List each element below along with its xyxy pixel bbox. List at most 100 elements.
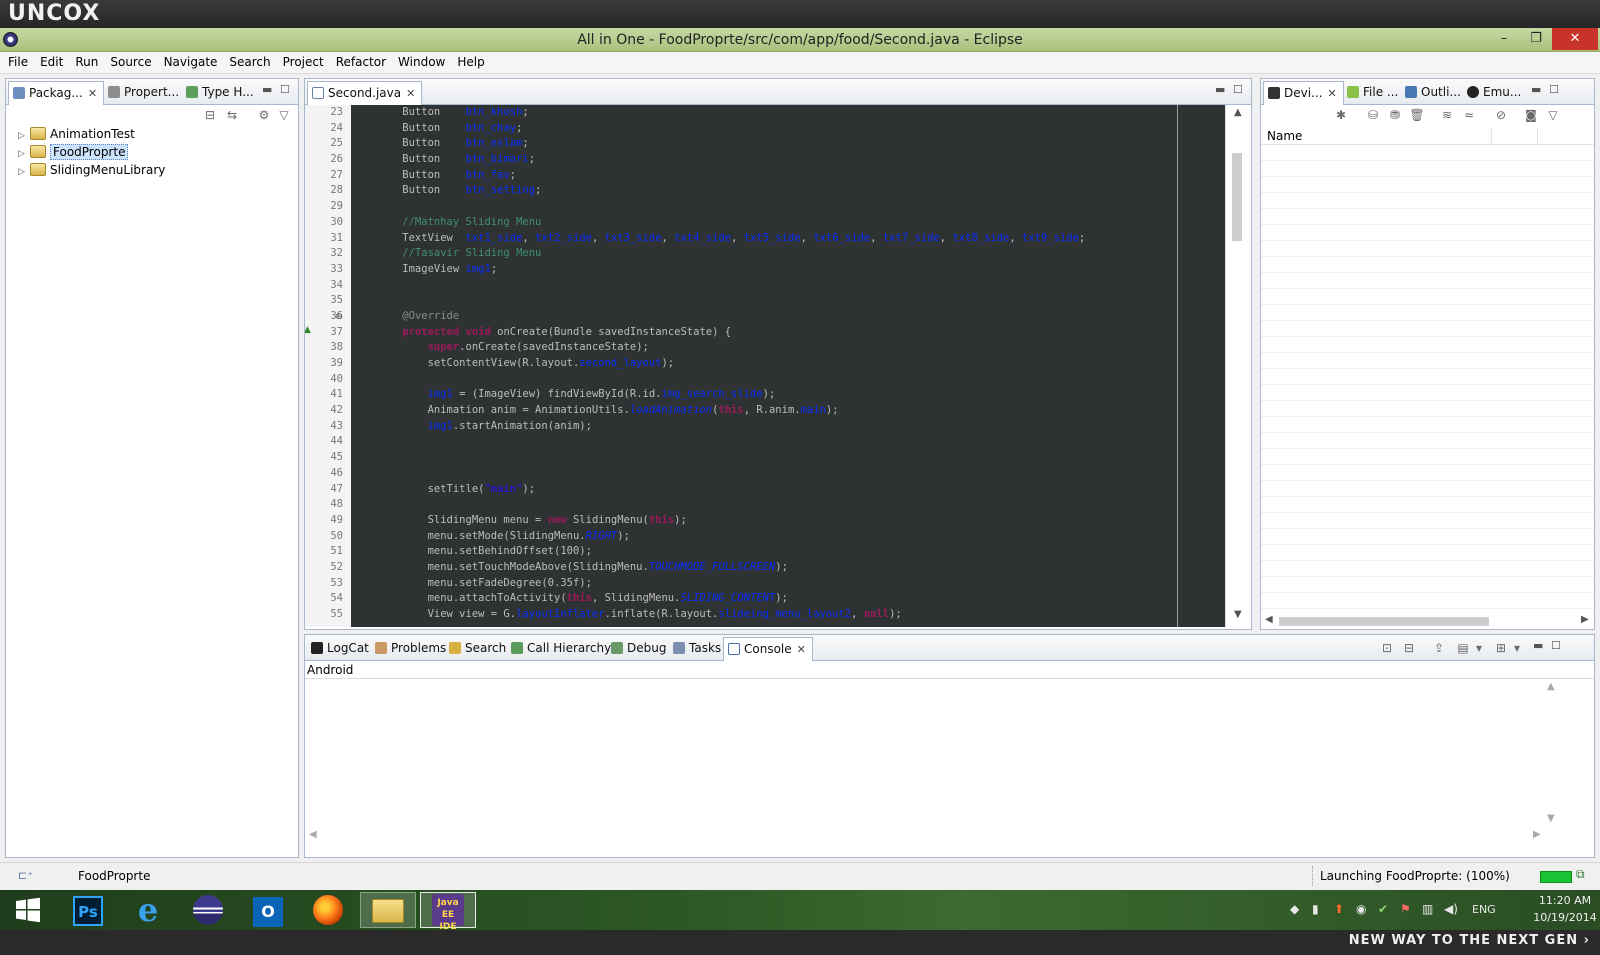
tab-emulator[interactable]: Emu... (1463, 81, 1527, 104)
pin-console-icon[interactable]: ⇪ (1431, 640, 1447, 656)
minimize-view-icon[interactable]: ▬ (1533, 639, 1543, 652)
table-row[interactable] (1261, 497, 1594, 513)
close-tab-icon[interactable]: ✕ (1328, 83, 1337, 105)
tab-debug[interactable]: Debug (607, 637, 672, 660)
tab-tasks[interactable]: Tasks (669, 637, 727, 660)
dropdown-arrow-icon[interactable]: ▾ (1509, 640, 1525, 656)
tab-outline[interactable]: Outli... (1401, 81, 1467, 104)
table-row[interactable] (1261, 401, 1594, 417)
restore-button[interactable]: ❐ (1522, 28, 1550, 50)
tray-update-icon[interactable]: ⬆ (1334, 902, 1344, 916)
table-row[interactable] (1261, 193, 1594, 209)
tab-file-explorer[interactable]: File ... (1343, 81, 1404, 104)
tab-second-java[interactable]: Second.java ✕ (307, 81, 423, 105)
scroll-right-icon[interactable]: ▶ (1533, 829, 1541, 840)
view-menu-icon[interactable]: ▽ (276, 107, 292, 123)
start-method-profiling-icon[interactable]: ≈ (1461, 107, 1477, 123)
scroll-right-icon[interactable]: ▶ (1581, 614, 1589, 625)
menu-window[interactable]: Window (392, 52, 451, 73)
stop-process-icon[interactable]: ⊘ (1493, 107, 1509, 123)
scrollbar-thumb[interactable] (1232, 153, 1242, 241)
close-button[interactable]: ✕ (1552, 28, 1598, 50)
table-row[interactable] (1261, 337, 1594, 353)
table-row[interactable] (1261, 177, 1594, 193)
table-row[interactable] (1261, 561, 1594, 577)
scroll-left-icon[interactable]: ◀ (309, 829, 317, 840)
table-row[interactable] (1261, 289, 1594, 305)
close-tab-icon[interactable]: ✕ (797, 639, 806, 661)
table-row[interactable] (1261, 225, 1594, 241)
tray-usb-icon[interactable]: ▮ (1312, 902, 1319, 916)
tab-type-hierarchy[interactable]: Type H... (182, 81, 260, 104)
update-heap-icon[interactable]: ⛁ (1365, 107, 1381, 123)
scroll-left-icon[interactable]: ◀ (1265, 614, 1273, 625)
taskbar-eclipse[interactable] (180, 892, 236, 928)
maximize-view-icon[interactable]: ☐ (1233, 83, 1243, 96)
tray-network-icon[interactable]: ▥ (1422, 902, 1433, 916)
close-tab-icon[interactable]: ✕ (88, 83, 97, 105)
screen-capture-icon[interactable]: ◙ (1523, 107, 1539, 123)
table-row[interactable] (1261, 577, 1594, 593)
fold-collapse-icon[interactable]: ⊖ (335, 312, 343, 322)
console-output[interactable]: ▲ ▼ ◀ ▶ (305, 679, 1594, 855)
debug-process-icon[interactable]: ✱ (1333, 107, 1349, 123)
clear-console-icon[interactable]: ⊡ (1379, 640, 1395, 656)
table-row[interactable] (1261, 305, 1594, 321)
tree-item-foodproprte[interactable]: ▷ FoodProprte (18, 143, 129, 161)
taskbar-outlook[interactable]: O (240, 892, 296, 928)
menu-help[interactable]: Help (451, 52, 490, 73)
language-indicator[interactable]: ENG (1472, 903, 1496, 916)
table-row[interactable] (1261, 513, 1594, 529)
taskbar-firefox[interactable] (300, 892, 356, 928)
minimize-button[interactable]: – (1490, 28, 1518, 50)
tree-item-slidingmenulibrary[interactable]: ▷ SlidingMenuLibrary (18, 161, 165, 179)
fast-view-icon[interactable]: ⊏⁺ (18, 869, 33, 882)
cause-gc-icon[interactable]: 🗑 (1409, 107, 1425, 123)
editor-vertical-scrollbar[interactable]: ▲ ▼ (1225, 105, 1251, 627)
minimize-view-icon[interactable]: ▬ (1215, 83, 1225, 96)
tab-call-hierarchy[interactable]: Call Hierarchy (507, 637, 617, 660)
tray-volume-icon[interactable]: ◀) (1444, 902, 1458, 916)
dropdown-arrow-icon[interactable]: ▾ (1471, 640, 1487, 656)
table-row[interactable] (1261, 529, 1594, 545)
start-button[interactable] (0, 892, 56, 928)
menu-refactor[interactable]: Refactor (330, 52, 392, 73)
open-console-icon[interactable]: ⊞ (1493, 640, 1509, 656)
taskbar-photoshop[interactable]: Ps (60, 892, 116, 928)
view-menu-icon[interactable]: ▽ (1545, 107, 1561, 123)
table-row[interactable] (1261, 161, 1594, 177)
tray-sync-icon[interactable]: ◉ (1356, 902, 1366, 916)
maximize-view-icon[interactable]: ☐ (1549, 83, 1559, 96)
table-row[interactable] (1261, 417, 1594, 433)
table-row[interactable] (1261, 481, 1594, 497)
scrollbar-thumb[interactable] (1279, 617, 1489, 626)
tab-console[interactable]: Console ✕ (723, 637, 813, 661)
tab-logcat[interactable]: LogCat (307, 637, 375, 660)
menu-edit[interactable]: Edit (34, 52, 69, 73)
display-selected-console-icon[interactable]: ▤ (1455, 640, 1471, 656)
table-row[interactable] (1261, 465, 1594, 481)
table-row[interactable] (1261, 257, 1594, 273)
tray-app-icon[interactable]: ◆ (1290, 902, 1299, 916)
update-threads-icon[interactable]: ≋ (1439, 107, 1455, 123)
scroll-down-icon[interactable]: ▼ (1234, 609, 1242, 620)
progress-view-icon[interactable]: ⧉ (1576, 867, 1585, 882)
menu-project[interactable]: Project (277, 52, 330, 73)
table-row[interactable] (1261, 273, 1594, 289)
clock-date[interactable]: 10/19/2014 (1530, 911, 1600, 924)
table-row[interactable] (1261, 369, 1594, 385)
table-row[interactable] (1261, 385, 1594, 401)
tree-item-animationtest[interactable]: ▷ AnimationTest (18, 125, 135, 143)
taskbar-file-explorer[interactable] (360, 892, 416, 928)
tab-search[interactable]: Search (445, 637, 512, 660)
filter-icon[interactable]: ⚙ (256, 107, 272, 123)
menu-source[interactable]: Source (104, 52, 157, 73)
dump-hprof-icon[interactable]: ⛃ (1387, 107, 1403, 123)
menu-search[interactable]: Search (223, 52, 276, 73)
collapse-all-icon[interactable]: ⊟ (202, 107, 218, 123)
table-row[interactable] (1261, 145, 1594, 161)
tab-devices[interactable]: Devi... ✕ (1263, 81, 1344, 105)
taskbar-internet-explorer[interactable]: e (120, 892, 176, 928)
scroll-up-icon[interactable]: ▲ (1547, 681, 1555, 692)
scroll-lock-icon[interactable]: ⊟ (1401, 640, 1417, 656)
